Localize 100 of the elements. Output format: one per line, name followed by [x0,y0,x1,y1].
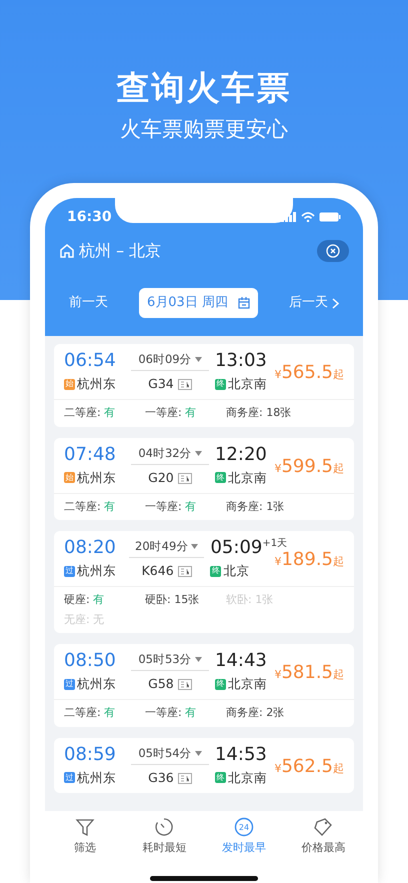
seat-availability: 有 [185,706,196,720]
station-badge: 始 [64,472,75,484]
seat-label: 商务座: [226,500,263,513]
route-title: 杭州 – 北京 [79,240,162,262]
departure-time: 07:48 [64,444,117,466]
date-text: 6月03日 周四 [147,294,228,312]
caret-icon [194,357,202,362]
calendar-icon [238,297,250,310]
station-badge: 过 [64,566,75,577]
headline: 查询火车票 [115,68,292,108]
price-suffix: 起 [333,555,344,568]
arrival-time: 12:20 [214,444,267,465]
currency-symbol: ¥ [274,555,282,568]
departure-station: 杭州东 [77,562,116,580]
price-suffix: 起 [333,762,344,775]
close-button[interactable] [317,240,349,262]
day-offset: +1天 [262,538,288,550]
train-card[interactable]: 08:59 过 杭州东 05时54分 G36 14:53 终 北京南 ¥562.5起 [54,738,354,793]
seat-label: 二等座: [64,406,101,420]
train-number: G34 [148,375,174,394]
seat-label: 一等座: [145,500,182,513]
caret-icon [194,657,202,662]
arrival-time: 05:09 [210,537,262,558]
seat-availability: 18张 [266,406,292,420]
seat-availability: 有 [104,706,116,720]
seat-label: 商务座: [226,706,263,720]
departure-time: 06:54 [64,351,117,372]
caret-icon [191,544,198,550]
duration-dropdown[interactable]: 04时32分 [130,444,209,465]
seat-label: 一等座: [145,706,182,720]
station-badge: 始 [64,378,75,390]
arrival-time: 14:43 [214,650,267,672]
seat-label: 一等座: [145,406,182,420]
seat-availability: 2张 [266,706,284,720]
train-card[interactable]: 07:48 始 杭州东 04时32分 G20 12:20 终 北京南 ¥599.5起 二等座: 有 一等座: 有 商务座: 1张 [54,438,354,520]
departure-time: 08:20 [64,538,117,560]
filter-icon [74,817,95,838]
price: 565.5 [281,362,333,384]
price: 599.5 [281,456,333,477]
seat-availability: 有 [185,500,196,513]
tab-item[interactable]: 价格最高 [284,817,363,883]
wifi-icon [301,212,315,222]
tag-icon [313,817,334,838]
currency-symbol: ¥ [274,762,282,775]
caret-icon [194,750,202,756]
currency-symbol: ¥ [274,368,282,382]
station-badge: 终 [214,772,226,784]
clock-icon: 24 [234,817,254,838]
duration-dropdown[interactable]: 05时53分 [130,651,209,672]
train-number: K646 [142,562,174,580]
seat-label: 商务座: [226,406,263,420]
arrival-time: 14:53 [214,744,267,765]
departure-station: 杭州东 [77,675,116,694]
train-number: G20 [148,468,174,487]
station-badge: 过 [64,772,75,784]
duration-dropdown[interactable]: 06时09分 [130,351,209,372]
currency-symbol: ¥ [274,668,282,682]
seat-label: 二等座: [64,706,101,720]
seat-availability: 有 [104,406,116,420]
ticket-icon [178,566,192,578]
home-icon[interactable] [59,243,75,260]
departure-station: 杭州东 [77,768,116,787]
station-badge: 过 [64,678,75,690]
departure-station: 杭州东 [77,468,116,487]
arrival-station: 北京南 [228,675,267,694]
departure-time: 08:50 [64,651,117,672]
seat-availability: 1张 [266,500,284,513]
seat-availability: 15张 [174,593,200,606]
duration-dropdown[interactable]: 20时49分 [128,538,204,558]
battery-icon [319,212,341,222]
tab-item[interactable]: 耗时最短 [124,817,204,883]
seat-label: 硬座: [64,593,90,606]
tab-item[interactable]: 筛选 [45,817,124,883]
price-suffix: 起 [333,668,344,682]
status-time: 16:30 [67,208,112,227]
currency-symbol: ¥ [274,462,282,475]
station-badge: 终 [214,472,226,484]
train-card[interactable]: 08:50 过 杭州东 05时53分 G58 14:43 终 北京南 ¥581.5起 二等座: 有 一等座: 有 商务座: 2张 [54,644,354,727]
arrival-station: 北京南 [228,468,267,487]
station-badge: 终 [210,566,222,577]
station-badge: 终 [214,378,226,390]
price: 581.5 [281,662,333,684]
close-icon [326,244,340,258]
train-number: G36 [148,768,174,787]
price-suffix: 起 [333,368,344,382]
ticket-icon [178,379,192,390]
arrival-station: 北京南 [228,768,267,787]
price: 189.5 [281,549,333,570]
arrival-station: 北京南 [228,375,267,394]
seat-label: 二等座: [64,500,101,513]
date-picker[interactable]: 6月03日 周四 [139,288,258,318]
subheadline: 火车票购票更安心 [119,116,289,143]
train-card[interactable]: 06:54 始 杭州东 06时09分 G34 13:03 终 北京南 ¥565.5起 二等座: 有 一等座: 有 商务座: 18张 [54,344,354,427]
arrival-station: 北京 [223,562,250,580]
duration-dropdown[interactable]: 05时54分 [130,744,209,765]
signal-icon [281,212,297,222]
ticket-icon [178,679,192,690]
timer-icon [154,817,174,838]
caret-icon [194,450,202,456]
departure-time: 08:59 [64,744,117,766]
